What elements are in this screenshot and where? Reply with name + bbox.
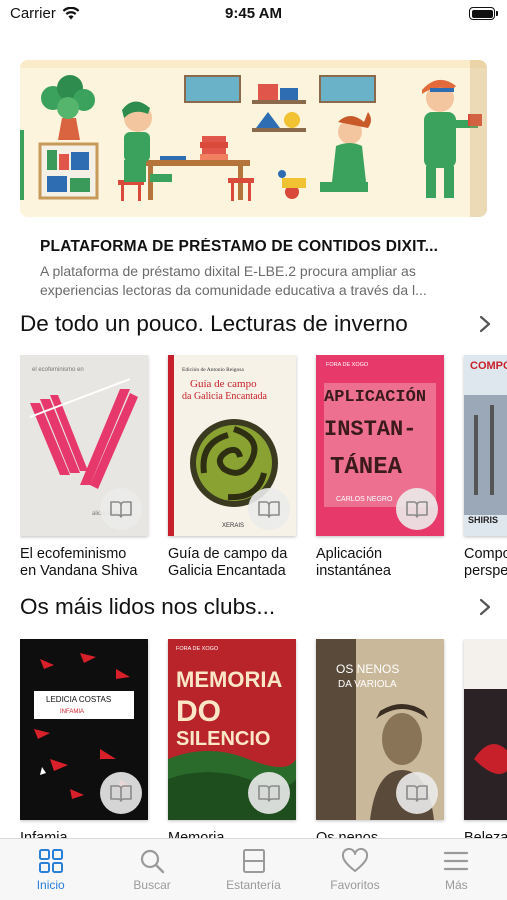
svg-text:DO: DO	[176, 695, 221, 728]
tab-label: Buscar	[133, 878, 171, 892]
open-book-icon	[406, 785, 428, 802]
book-row-lecturas-inverno: el ecofeminismo en alicia lópez El ecofe…	[20, 355, 507, 585]
tab-label: Favoritos	[330, 878, 380, 892]
section-title: Os máis lidos nos clubs...	[20, 594, 276, 619]
book-card[interactable]: FORA DE XOGO MEMORIA DO SILENCIO Memoria	[168, 639, 296, 839]
open-book-icon	[110, 785, 132, 802]
book-card[interactable]: Beleza	[464, 639, 507, 839]
book-title[interactable]: El ecofeminismo en Vandana Shiva	[20, 546, 148, 580]
read-button[interactable]	[396, 488, 438, 530]
section-header-lecturas-inverno[interactable]: De todo un pouco. Lecturas de inverno	[20, 307, 500, 341]
book-cover[interactable]: FORA DE XOGO APLICACIÓN INSTAN- TÁNEA CA…	[316, 355, 444, 536]
read-button[interactable]	[248, 772, 290, 814]
book-title[interactable]: Aplicación instantánea	[316, 546, 444, 580]
status-bar: Carrier 9:45 AM	[0, 0, 507, 30]
book-cover[interactable]: COMPOSI SHIRIS	[464, 355, 507, 536]
tab-favoritos[interactable]: Favoritos	[304, 839, 405, 900]
svg-text:el ecofeminismo en: el ecofeminismo en	[32, 367, 84, 373]
svg-text:APLICACIÓN: APLICACIÓN	[324, 387, 426, 407]
book-card[interactable]: FORA DE XOGO APLICACIÓN INSTAN- TÁNEA CA…	[316, 355, 444, 580]
svg-text:INSTAN-: INSTAN-	[324, 417, 416, 442]
featured-banner[interactable]	[20, 60, 487, 217]
svg-text:FORA DE XOGO: FORA DE XOGO	[176, 646, 219, 652]
menu-icon	[444, 851, 469, 871]
shelf-icon	[242, 849, 265, 873]
svg-text:XERAIS: XERAIS	[222, 523, 244, 529]
feature-description: A plataforma de préstamo dixital E-LBE.2…	[40, 263, 427, 298]
section-title: De todo un pouco. Lecturas de inverno	[20, 311, 408, 336]
clock: 9:45 AM	[225, 5, 282, 22]
book-cover[interactable]	[464, 639, 507, 820]
open-book-icon	[406, 501, 428, 518]
svg-text:Guía de campo: Guía de campo	[190, 378, 257, 390]
chevron-right-icon[interactable]	[476, 598, 494, 616]
book-title[interactable]: Guía de campo da Galicia Encantada	[168, 546, 296, 580]
tab-label: Estantería	[226, 878, 281, 892]
book-cover[interactable]: FORA DE XOGO MEMORIA DO SILENCIO	[168, 639, 296, 820]
read-button[interactable]	[396, 772, 438, 814]
book-card[interactable]: Edición de Antonio Reigosa Guía de campo…	[168, 355, 296, 580]
open-book-icon	[258, 785, 280, 802]
grid-icon	[38, 849, 63, 873]
read-button[interactable]	[100, 488, 142, 530]
book-cover[interactable]: LEDICIA COSTAS INFAMIA	[20, 639, 148, 820]
tab-mas[interactable]: Más	[406, 839, 507, 900]
tab-label: Más	[444, 878, 468, 892]
read-button[interactable]	[248, 488, 290, 530]
feature-title[interactable]: PLATAFORMA DE PRÉSTAMO DE CONTIDOS DIXIT…	[40, 238, 480, 256]
svg-text:DA VARIOLA: DA VARIOLA	[338, 679, 397, 690]
search-icon	[141, 849, 165, 874]
svg-text:SHIRIS: SHIRIS	[468, 515, 498, 525]
book-card[interactable]: COMPOSI SHIRIS Compo perspe	[464, 355, 507, 580]
book-title[interactable]: Compo perspe	[464, 546, 507, 580]
svg-text:SILENCIO: SILENCIO	[176, 728, 270, 750]
chevron-right-icon[interactable]	[476, 315, 494, 333]
read-button[interactable]	[100, 772, 142, 814]
book-cover[interactable]: el ecofeminismo en alicia lópez	[20, 355, 148, 536]
book-card[interactable]: el ecofeminismo en alicia lópez El ecofe…	[20, 355, 148, 580]
svg-text:OS NENOS: OS NENOS	[336, 662, 399, 676]
book-cover[interactable]: OS NENOS DA VARIOLA	[316, 639, 444, 820]
open-book-icon	[110, 501, 132, 518]
tab-inicio[interactable]: Inicio	[0, 839, 101, 900]
svg-text:COMPOSI: COMPOSI	[470, 360, 507, 372]
svg-text:CARLOS NEGRO: CARLOS NEGRO	[336, 496, 393, 503]
book-cover[interactable]: Edición de Antonio Reigosa Guía de campo…	[168, 355, 296, 536]
book-row-mais-lidos: LEDICIA COSTAS INFAMIA Infamia FORA DE X…	[20, 639, 507, 839]
book-card[interactable]: OS NENOS DA VARIOLA Os nenos	[316, 639, 444, 839]
tab-bar: Inicio Buscar Estantería Favoritos Más	[0, 838, 507, 900]
svg-text:Edición de Antonio Reigosa: Edición de Antonio Reigosa	[182, 367, 244, 373]
svg-text:MEMORIA: MEMORIA	[176, 667, 282, 692]
section-header-mais-lidos[interactable]: Os máis lidos nos clubs...	[20, 590, 500, 624]
tab-estanteria[interactable]: Estantería	[203, 839, 304, 900]
svg-text:FORA DE XOGO: FORA DE XOGO	[326, 362, 369, 368]
svg-text:LEDICIA COSTAS: LEDICIA COSTAS	[46, 695, 111, 704]
library-illustration	[20, 60, 487, 217]
svg-text:da Galicia Encantada: da Galicia Encantada	[182, 391, 268, 402]
book-card[interactable]: LEDICIA COSTAS INFAMIA Infamia	[20, 639, 148, 839]
open-book-icon	[258, 501, 280, 518]
battery-icon	[469, 7, 498, 20]
svg-text:INFAMIA: INFAMIA	[60, 709, 84, 715]
tab-label: Inicio	[36, 878, 65, 892]
tab-buscar[interactable]: Buscar	[101, 839, 202, 900]
heart-icon	[341, 847, 368, 872]
svg-text:TÁNEA: TÁNEA	[330, 453, 403, 481]
